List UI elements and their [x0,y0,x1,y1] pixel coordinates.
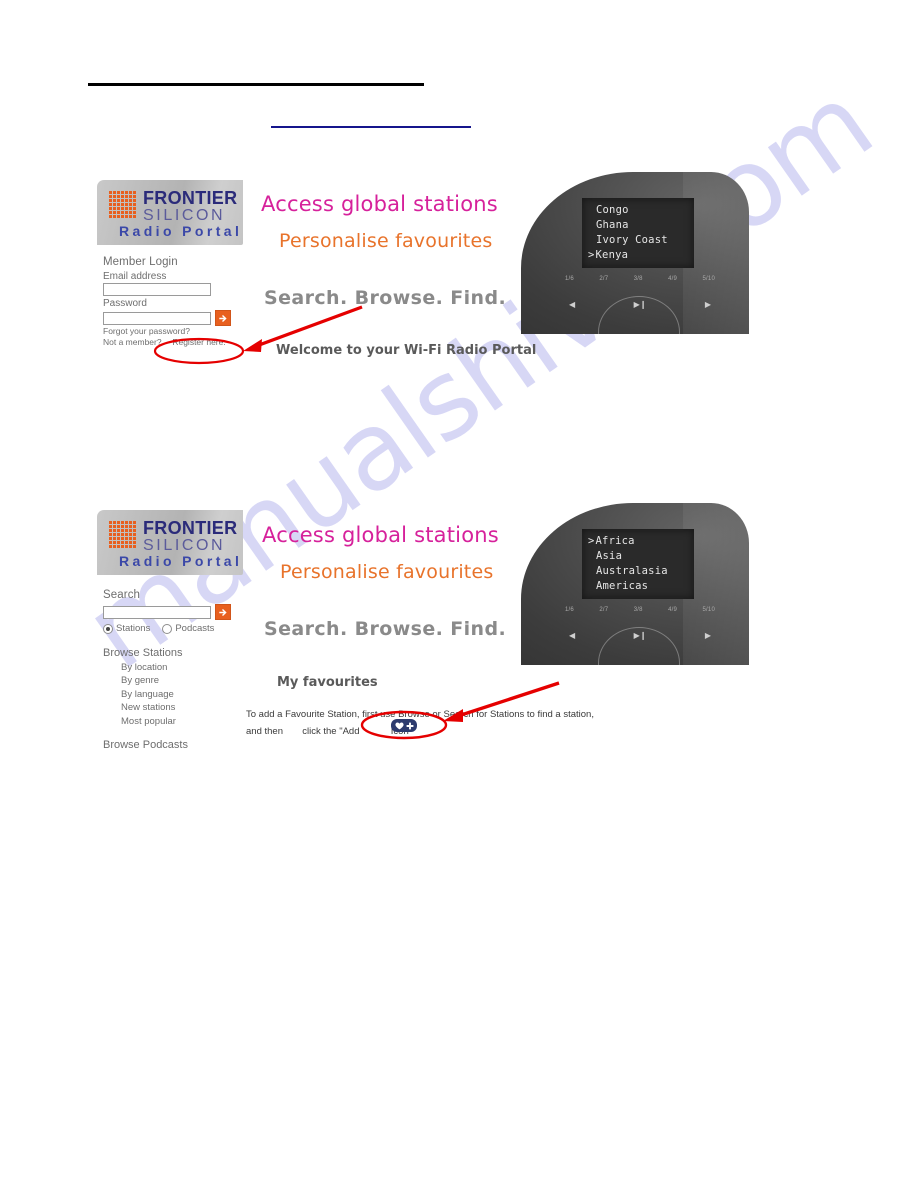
portal-panel-browse: FRONTIER SILICON Radio Portal Search Sta… [97,510,243,753]
device-screen-line: Australasia [596,565,668,577]
radio-stations[interactable] [103,623,113,634]
document-page: manualshive.com FRONTIER SILICON Radio P… [0,0,918,1188]
arrow-right-icon [218,608,227,616]
nav-item-by-language[interactable]: By language [121,688,243,701]
figure-favourites-screenshot: FRONTIER SILICON Radio Portal Search Sta… [0,0,918,800]
instruction-click-add: click the "Add [302,726,360,737]
heart-icon [394,721,404,729]
browse-podcasts-nav: Browse Podcasts [97,738,243,753]
device-screen-line: Asia [596,550,623,562]
nav-item-most-popular[interactable]: Most popular [121,715,243,728]
favourites-instruction-line-2: and then click the "Add Icon [246,726,409,737]
add-favourite-badge[interactable] [391,719,417,732]
radio-podcasts-label: Podcasts [175,623,215,634]
next-icon[interactable]: ▶ [705,632,711,640]
search-scope-radio-group: Stations Podcasts [103,623,243,634]
device-screen-line-selected: >Africa [582,534,694,549]
logo-product-name: Radio Portal [119,553,243,569]
slogan-personalise-favourites: Personalise favourites [280,561,494,583]
selection-caret-icon: > [588,535,595,547]
play-pause-icon[interactable]: ▶❙ [634,632,647,640]
radio-stations-label: Stations [116,623,151,634]
preset-button[interactable]: 1/6 [565,607,574,613]
preset-button[interactable]: 2/7 [599,607,608,613]
nav-item-new-stations[interactable]: New stations [121,701,243,714]
device-transport-row: ◀ ▶❙ ▶ [569,632,711,640]
nav-item-by-genre[interactable]: By genre [121,674,243,687]
favourites-instruction-line-1: To add a Favourite Station, first use Br… [246,709,594,720]
preset-button[interactable]: 3/8 [634,607,643,613]
radio-podcasts[interactable] [162,623,173,634]
preset-button[interactable]: 5/10 [703,607,715,613]
nav-item-by-location[interactable]: By location [121,661,243,674]
plus-icon [406,722,413,729]
browse-stations-nav: Browse Stations By location By genre By … [97,646,243,728]
instruction-and-then: and then [246,726,283,737]
wifi-radio-device-figure-two: >Africa Asia Australasia Americas 1/6 2/… [521,503,749,665]
frontier-silicon-logo: FRONTIER SILICON Radio Portal [97,510,243,575]
browse-stations-heading[interactable]: Browse Stations [103,646,243,661]
search-input[interactable] [103,605,211,619]
prev-icon[interactable]: ◀ [569,632,575,640]
preset-button[interactable]: 4/9 [668,607,677,613]
slogan-search-browse-find: Search. Browse. Find. [264,618,507,640]
device-screen-line-text: Africa [595,535,635,547]
browse-podcasts-heading[interactable]: Browse Podcasts [103,738,243,753]
logo-brand-silicon: SILICON [143,537,226,554]
device-screen-line: Americas [596,580,649,592]
dot-matrix-icon [109,521,136,548]
device-preset-row: 1/6 2/7 3/8 4/9 5/10 [565,607,715,613]
search-submit-button[interactable] [215,604,231,620]
search-heading: Search [103,589,141,601]
my-favourites-heading: My favourites [277,675,378,690]
device-screen: >Africa Asia Australasia Americas [582,529,694,599]
slogan-access-global-stations: Access global stations [262,523,499,547]
logo-brand-frontier: FRONTIER [143,518,238,538]
